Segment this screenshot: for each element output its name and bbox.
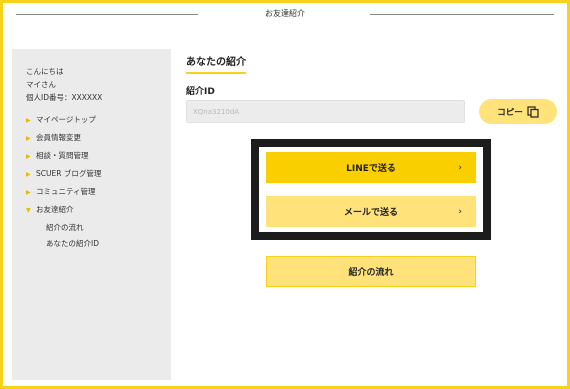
greeting-user-name: マイさん bbox=[26, 80, 56, 89]
send-via-line-label: LINEで送る bbox=[346, 164, 396, 174]
sidebar: こんにちは マイさん 個人ID番号：XXXXXX ▶ マイページトップ ▶ 会員… bbox=[12, 49, 171, 380]
referral-id-label: 紹介ID bbox=[186, 87, 215, 97]
caret-down-icon: ▼ bbox=[26, 207, 31, 214]
sidebar-item-referral[interactable]: ▼ お友達紹介 bbox=[26, 205, 101, 223]
sidebar-item-community[interactable]: ▶ コミュニティ管理 bbox=[26, 187, 101, 205]
greeting: こんにちは マイさん 個人ID番号：XXXXXX bbox=[26, 65, 102, 104]
sidebar-subitem-your-referral-id[interactable]: あなたの紹介ID bbox=[26, 239, 101, 255]
header-divider-right bbox=[370, 14, 554, 15]
sidebar-item-label: マイページトップ bbox=[36, 115, 96, 124]
sidebar-item-label: SCUER ブログ管理 bbox=[36, 169, 102, 178]
sidebar-menu: ▶ マイページトップ ▶ 会員情報変更 ▶ 相談・質問管理 ▶ SCUER ブロ… bbox=[26, 115, 101, 255]
sidebar-item-blog[interactable]: ▶ SCUER ブログ管理 bbox=[26, 169, 101, 187]
copy-button[interactable]: コピー bbox=[479, 99, 557, 124]
send-via-email-button[interactable]: メールで送る › bbox=[266, 196, 476, 227]
caret-right-icon: ▶ bbox=[26, 117, 31, 124]
sidebar-item-mypage-top[interactable]: ▶ マイページトップ bbox=[26, 115, 101, 133]
referral-flow-button[interactable]: 紹介の流れ bbox=[266, 256, 476, 287]
sidebar-subitem-referral-flow[interactable]: 紹介の流れ bbox=[26, 223, 101, 239]
send-via-email-label: メールで送る bbox=[343, 208, 398, 218]
send-via-line-button[interactable]: LINEで送る › bbox=[266, 152, 476, 183]
chevron-right-icon: › bbox=[458, 162, 462, 173]
sidebar-item-consultation[interactable]: ▶ 相談・質問管理 bbox=[26, 151, 101, 169]
sidebar-item-label: 相談・質問管理 bbox=[36, 151, 89, 160]
greeting-hello: こんにちは bbox=[26, 67, 64, 76]
referral-flow-label: 紹介の流れ bbox=[348, 268, 394, 278]
copy-icon bbox=[527, 105, 539, 118]
caret-right-icon: ▶ bbox=[26, 171, 31, 178]
section-title-underline bbox=[186, 72, 246, 74]
caret-right-icon: ▶ bbox=[26, 153, 31, 160]
greeting-user-id: 個人ID番号：XXXXXX bbox=[26, 93, 103, 102]
caret-right-icon: ▶ bbox=[26, 135, 31, 142]
caret-right-icon: ▶ bbox=[26, 189, 31, 196]
sidebar-item-label: コミュニティ管理 bbox=[36, 187, 96, 196]
sidebar-item-member-info[interactable]: ▶ 会員情報変更 bbox=[26, 133, 101, 151]
section-title-text: あなたの紹介 bbox=[186, 57, 246, 68]
copy-button-label: コピー bbox=[497, 107, 523, 118]
sidebar-item-label: お友達紹介 bbox=[36, 205, 74, 214]
referral-id-field[interactable] bbox=[186, 100, 465, 123]
section-title: あなたの紹介 bbox=[186, 53, 246, 74]
chevron-right-icon: › bbox=[458, 206, 462, 217]
sidebar-item-label: 会員情報変更 bbox=[36, 133, 81, 142]
page-header: お友達紹介 bbox=[16, 6, 554, 24]
